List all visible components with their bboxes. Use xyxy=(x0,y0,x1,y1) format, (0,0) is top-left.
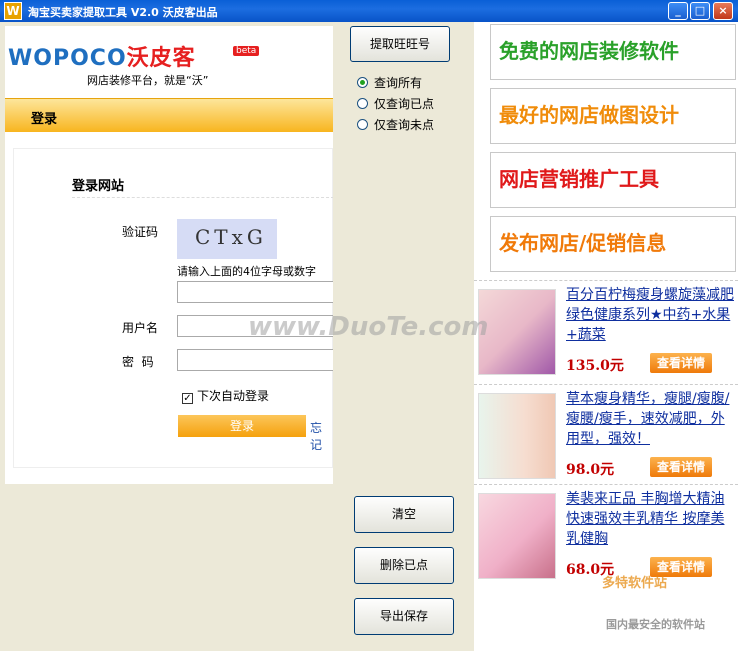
radio-query-all[interactable]: 查询所有 xyxy=(357,74,422,91)
captcha-input[interactable] xyxy=(177,281,333,303)
ad-price: 135.0元 xyxy=(566,358,624,374)
radio-query-clicked[interactable]: 仅查询已点 xyxy=(357,95,434,112)
radio-icon xyxy=(357,98,368,109)
password-label: 密 码 xyxy=(122,355,154,369)
close-button[interactable]: × xyxy=(713,2,733,20)
ad-title-link[interactable]: 美裴来正品 丰胸增大精油 快速强效丰乳精华 按摩美乳健胸 xyxy=(566,489,738,551)
product-image[interactable] xyxy=(478,493,556,579)
wopoco-logo: WOPOCO沃皮客 xyxy=(8,46,196,71)
app-icon: W xyxy=(4,2,22,20)
banner-promotion[interactable]: 发布网店/促销信息 xyxy=(490,216,736,272)
auto-login-checkbox[interactable]: ✓ 下次自动登录 xyxy=(182,387,269,404)
radio-query-unclicked[interactable]: 仅查询未点 xyxy=(357,116,434,133)
captcha-image[interactable]: CTxG xyxy=(177,219,277,259)
ad-panel: 免费的网店装修软件 最好的网店做图设计 网店营销推广工具 发布网店/促销信息 百… xyxy=(474,22,738,651)
delete-clicked-button[interactable]: 删除已点 xyxy=(354,547,454,584)
login-button[interactable]: 登录 xyxy=(178,415,306,437)
captcha-hint: 请输入上面的4位字母或数字 xyxy=(177,265,316,278)
ad-title-link[interactable]: 草本瘦身精华，瘦腿/瘦腹/瘦腰/瘦手，速效减肥，外用型，强效！ xyxy=(566,389,738,451)
login-tab[interactable]: 登录 xyxy=(5,98,333,132)
site-title: 登录网站 xyxy=(72,179,125,194)
minimize-button[interactable]: _ xyxy=(668,2,688,20)
banner-marketing[interactable]: 网店营销推广工具 xyxy=(490,152,736,208)
password-input[interactable] xyxy=(177,349,333,371)
clear-button[interactable]: 清空 xyxy=(354,496,454,533)
radio-icon xyxy=(357,119,368,130)
username-label: 用户名 xyxy=(122,321,159,335)
radio-selected-icon xyxy=(357,77,368,88)
ad-price: 98.0元 xyxy=(566,462,615,478)
view-details-button[interactable]: 查看详情 xyxy=(650,457,712,477)
login-panel: WOPOCO沃皮客 beta 网店装修平台，就是“沃” 登录 登录网站 验证码 … xyxy=(5,26,333,484)
title-bar: W 淘宝买卖家提取工具 V2.0 沃皮客出品 _ □ × xyxy=(0,0,738,22)
export-save-button[interactable]: 导出保存 xyxy=(354,598,454,635)
product-image[interactable] xyxy=(478,393,556,479)
view-details-button[interactable]: 查看详情 xyxy=(650,353,712,373)
watermark-site-logo: 多特软件站 xyxy=(602,576,668,591)
watermark-tagline: 国内最安全的软件站 xyxy=(606,618,705,631)
watermark-duote: www.DuoTe.com xyxy=(248,312,489,342)
banner-free-decoration[interactable]: 免费的网店装修软件 xyxy=(490,24,736,80)
extract-wangwang-button[interactable]: 提取旺旺号 xyxy=(350,26,450,62)
window-title: 淘宝买卖家提取工具 V2.0 沃皮客出品 xyxy=(28,6,218,19)
divider xyxy=(72,197,333,198)
ad-title-link[interactable]: 百分百柠梅瘦身螺旋藻减肥绿色健康系列★中药+水果+蔬菜 xyxy=(566,285,738,347)
forget-link[interactable]: 忘记 xyxy=(310,419,332,453)
maximize-button[interactable]: □ xyxy=(690,2,710,20)
captcha-label: 验证码 xyxy=(122,225,159,239)
ad-item[interactable]: 草本瘦身精华，瘦腿/瘦腹/瘦腰/瘦手，速效减肥，外用型，强效！ 98.0元 查看… xyxy=(474,384,738,488)
product-image[interactable] xyxy=(478,289,556,375)
banner-design[interactable]: 最好的网店做图设计 xyxy=(490,88,736,144)
beta-badge: beta xyxy=(233,46,260,56)
checkbox-checked-icon: ✓ xyxy=(182,393,193,404)
ad-item[interactable]: 百分百柠梅瘦身螺旋藻减肥绿色健康系列★中药+水果+蔬菜 135.0元 查看详情 xyxy=(474,280,738,384)
login-form: 登录网站 验证码 CTxG 请输入上面的4位字母或数字 用户名 密 码 ✓ 下次自… xyxy=(13,148,333,468)
slogan: 网店装修平台，就是“沃” xyxy=(87,74,209,87)
